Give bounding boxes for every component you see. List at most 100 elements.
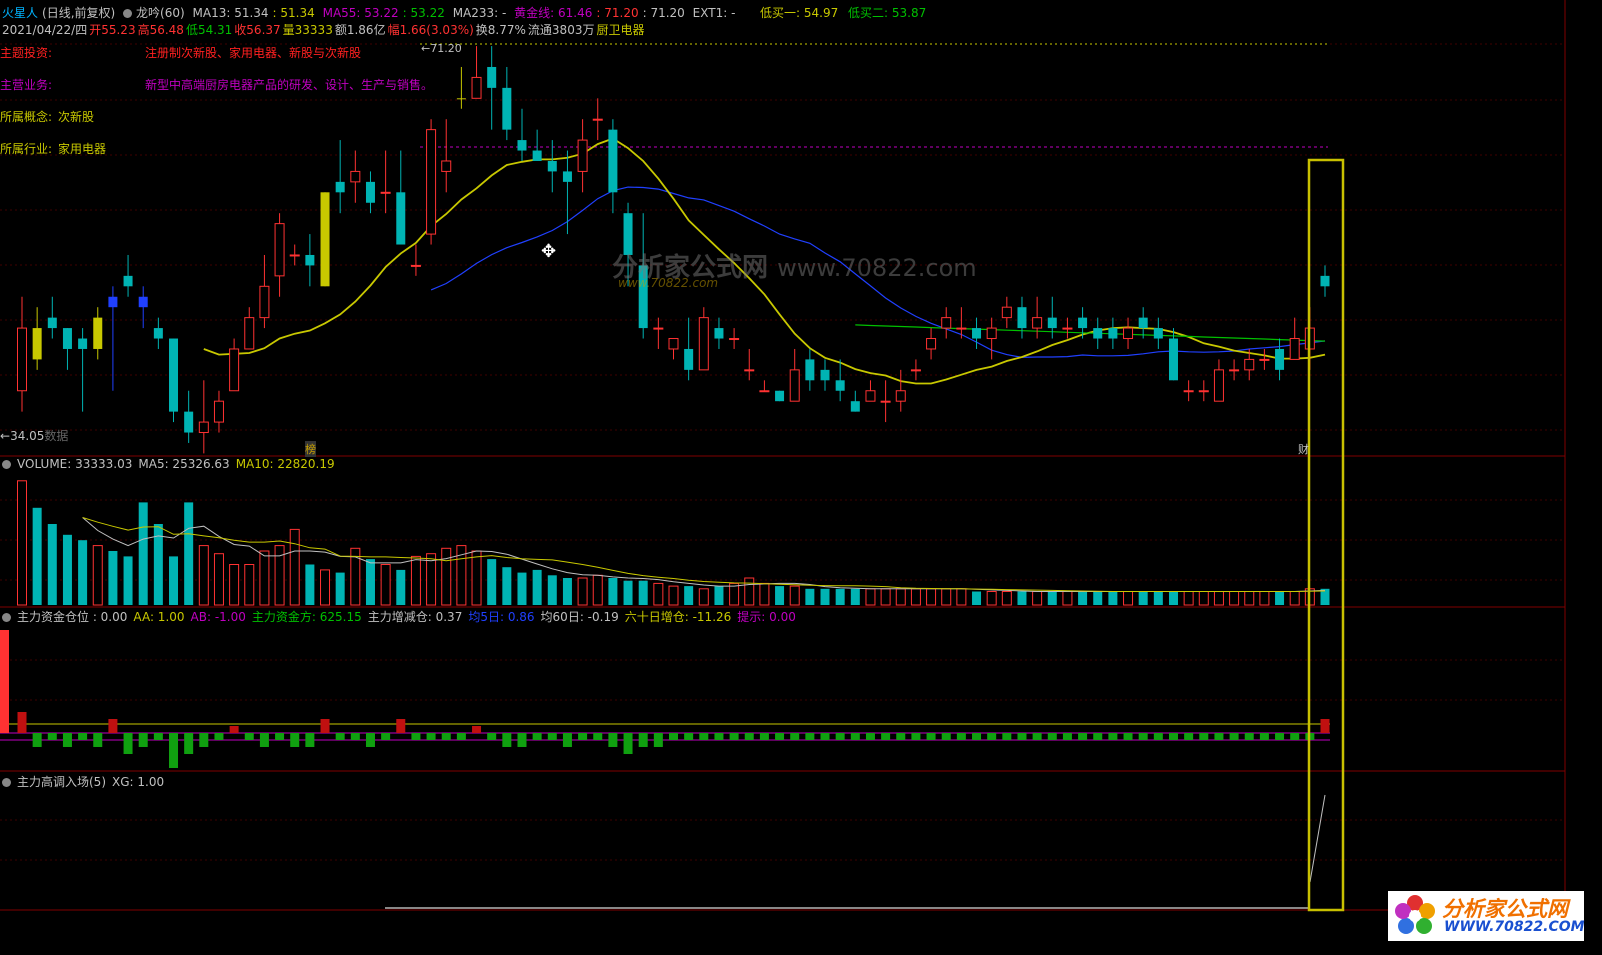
volume-bar: [487, 559, 497, 605]
volume-bar: [78, 540, 88, 605]
candle-body: [184, 411, 194, 433]
candle-body: [577, 139, 588, 172]
indicator-name[interactable]: 龙吟(60): [136, 6, 185, 20]
volume-bar: [910, 588, 921, 606]
candle-body: [835, 380, 845, 391]
ind1-bar: [259, 733, 269, 747]
volume-bar: [835, 588, 845, 605]
volume-bar: [577, 577, 588, 606]
candle-body: [1153, 328, 1163, 339]
ind1-bar: [305, 733, 315, 747]
candle-body: [320, 192, 330, 287]
volume-bar: [972, 591, 982, 605]
volume-bar: [335, 572, 345, 605]
ind1-bar: [1244, 733, 1254, 740]
ind2-xg: XG: 1.00: [112, 775, 165, 789]
candle-body: [198, 421, 209, 434]
candle-body: [78, 338, 88, 349]
ind1-bar: [1153, 733, 1163, 740]
candle-body: [123, 275, 133, 287]
candle-body: [910, 369, 921, 372]
ind1-bar: [350, 733, 360, 740]
volume-bar: [714, 586, 724, 605]
ind1-bar: [820, 733, 830, 740]
amplitude-value: 幅1.66(3.03%): [387, 23, 474, 37]
ind1-bar: [1138, 733, 1148, 740]
indicator2-header: 主力高调入场(5) XG: 1.00: [2, 773, 170, 790]
candle-body: [1259, 358, 1270, 361]
candle-body: [547, 160, 557, 172]
indicator2-settings-icon[interactable]: [2, 778, 11, 787]
volume-bar: [850, 588, 860, 605]
gold-extra-1: : 71.20: [596, 6, 639, 20]
volume-bar: [123, 556, 133, 605]
volume-bar: [47, 524, 57, 605]
business-value: 新型中高端厨房电器产品的研发、设计、生产与销售。: [145, 78, 434, 92]
candle-body: [532, 150, 542, 161]
ind1-bar: [426, 733, 436, 740]
volume-bar: [1289, 591, 1300, 606]
event-marker-1[interactable]: 榜: [305, 441, 316, 457]
indicator1-settings-icon[interactable]: [2, 613, 11, 622]
volume-bar: [1047, 591, 1057, 605]
ind2-signal-line: [1309, 794, 1326, 883]
stock-chart[interactable]: [0, 0, 1602, 955]
ind1-bar: [441, 733, 451, 740]
ind1-sixty: 六十日增仓: -11.26: [624, 610, 732, 624]
ind1-bar: [865, 733, 875, 740]
candle-body: [1078, 317, 1088, 329]
volume-bar: [1108, 591, 1118, 605]
volume-bar: [1001, 591, 1012, 606]
open-price: 开55.23: [89, 23, 136, 37]
candle-body: [1183, 390, 1194, 393]
highlight-box: [1307, 158, 1345, 912]
candle-body: [213, 400, 224, 423]
settings-circle-icon[interactable]: [123, 9, 133, 18]
candle-body: [17, 327, 27, 392]
theme-label: 主题投资:: [0, 46, 53, 60]
candle-body: [456, 98, 466, 100]
ind1-ma5: 均5日: 0.86: [468, 610, 535, 624]
sector-name[interactable]: 厨卫电器: [596, 23, 644, 37]
ind1-bar: [335, 733, 345, 740]
ind1-bar: [1062, 733, 1072, 740]
candle-body: [880, 400, 891, 403]
ind1-bar: [93, 733, 103, 747]
volume-bar: [865, 588, 876, 606]
candle-body: [259, 285, 270, 319]
candle-body: [1244, 358, 1255, 371]
volume-bar: [744, 577, 755, 606]
stock-name[interactable]: 火星人: [2, 6, 38, 20]
event-marker-2[interactable]: 财: [1298, 441, 1309, 457]
ind1-bar: [1078, 733, 1088, 740]
candle-body: [426, 129, 437, 235]
volume-bar: [289, 528, 300, 606]
ind1-bar: [381, 733, 391, 740]
volume-bar: [380, 564, 391, 606]
candle-body: [729, 338, 740, 341]
ind1-bar: [850, 733, 860, 740]
volume-bar: [759, 582, 770, 606]
ma233-value: MA233: -: [452, 6, 507, 20]
volume-bar: [396, 569, 406, 605]
ind1-bar: [593, 733, 603, 740]
ind1-bar: [502, 733, 512, 747]
candle-body: [895, 390, 906, 402]
ind1-bar: [759, 733, 769, 740]
volume-bar: [1183, 591, 1194, 606]
volume-bar: [1138, 591, 1148, 605]
ind1-ab: AB: -1.00: [190, 610, 246, 624]
volume-bar: [471, 550, 482, 606]
ind1-bar: [487, 733, 497, 740]
concept-value: 次新股: [58, 110, 95, 124]
ind1-bar: [1002, 733, 1012, 740]
ind1-bar: [623, 733, 633, 754]
candle-body: [441, 160, 452, 172]
volume-bar: [880, 588, 891, 606]
candle-body: [1123, 327, 1134, 340]
volume-bar: [320, 569, 331, 606]
ind1-change: 主力增减仓: 0.37: [367, 610, 463, 624]
adjust-mode[interactable]: (日线,前复权): [42, 6, 115, 20]
volume-settings-icon[interactable]: [2, 460, 11, 469]
candle-body: [1229, 369, 1240, 372]
